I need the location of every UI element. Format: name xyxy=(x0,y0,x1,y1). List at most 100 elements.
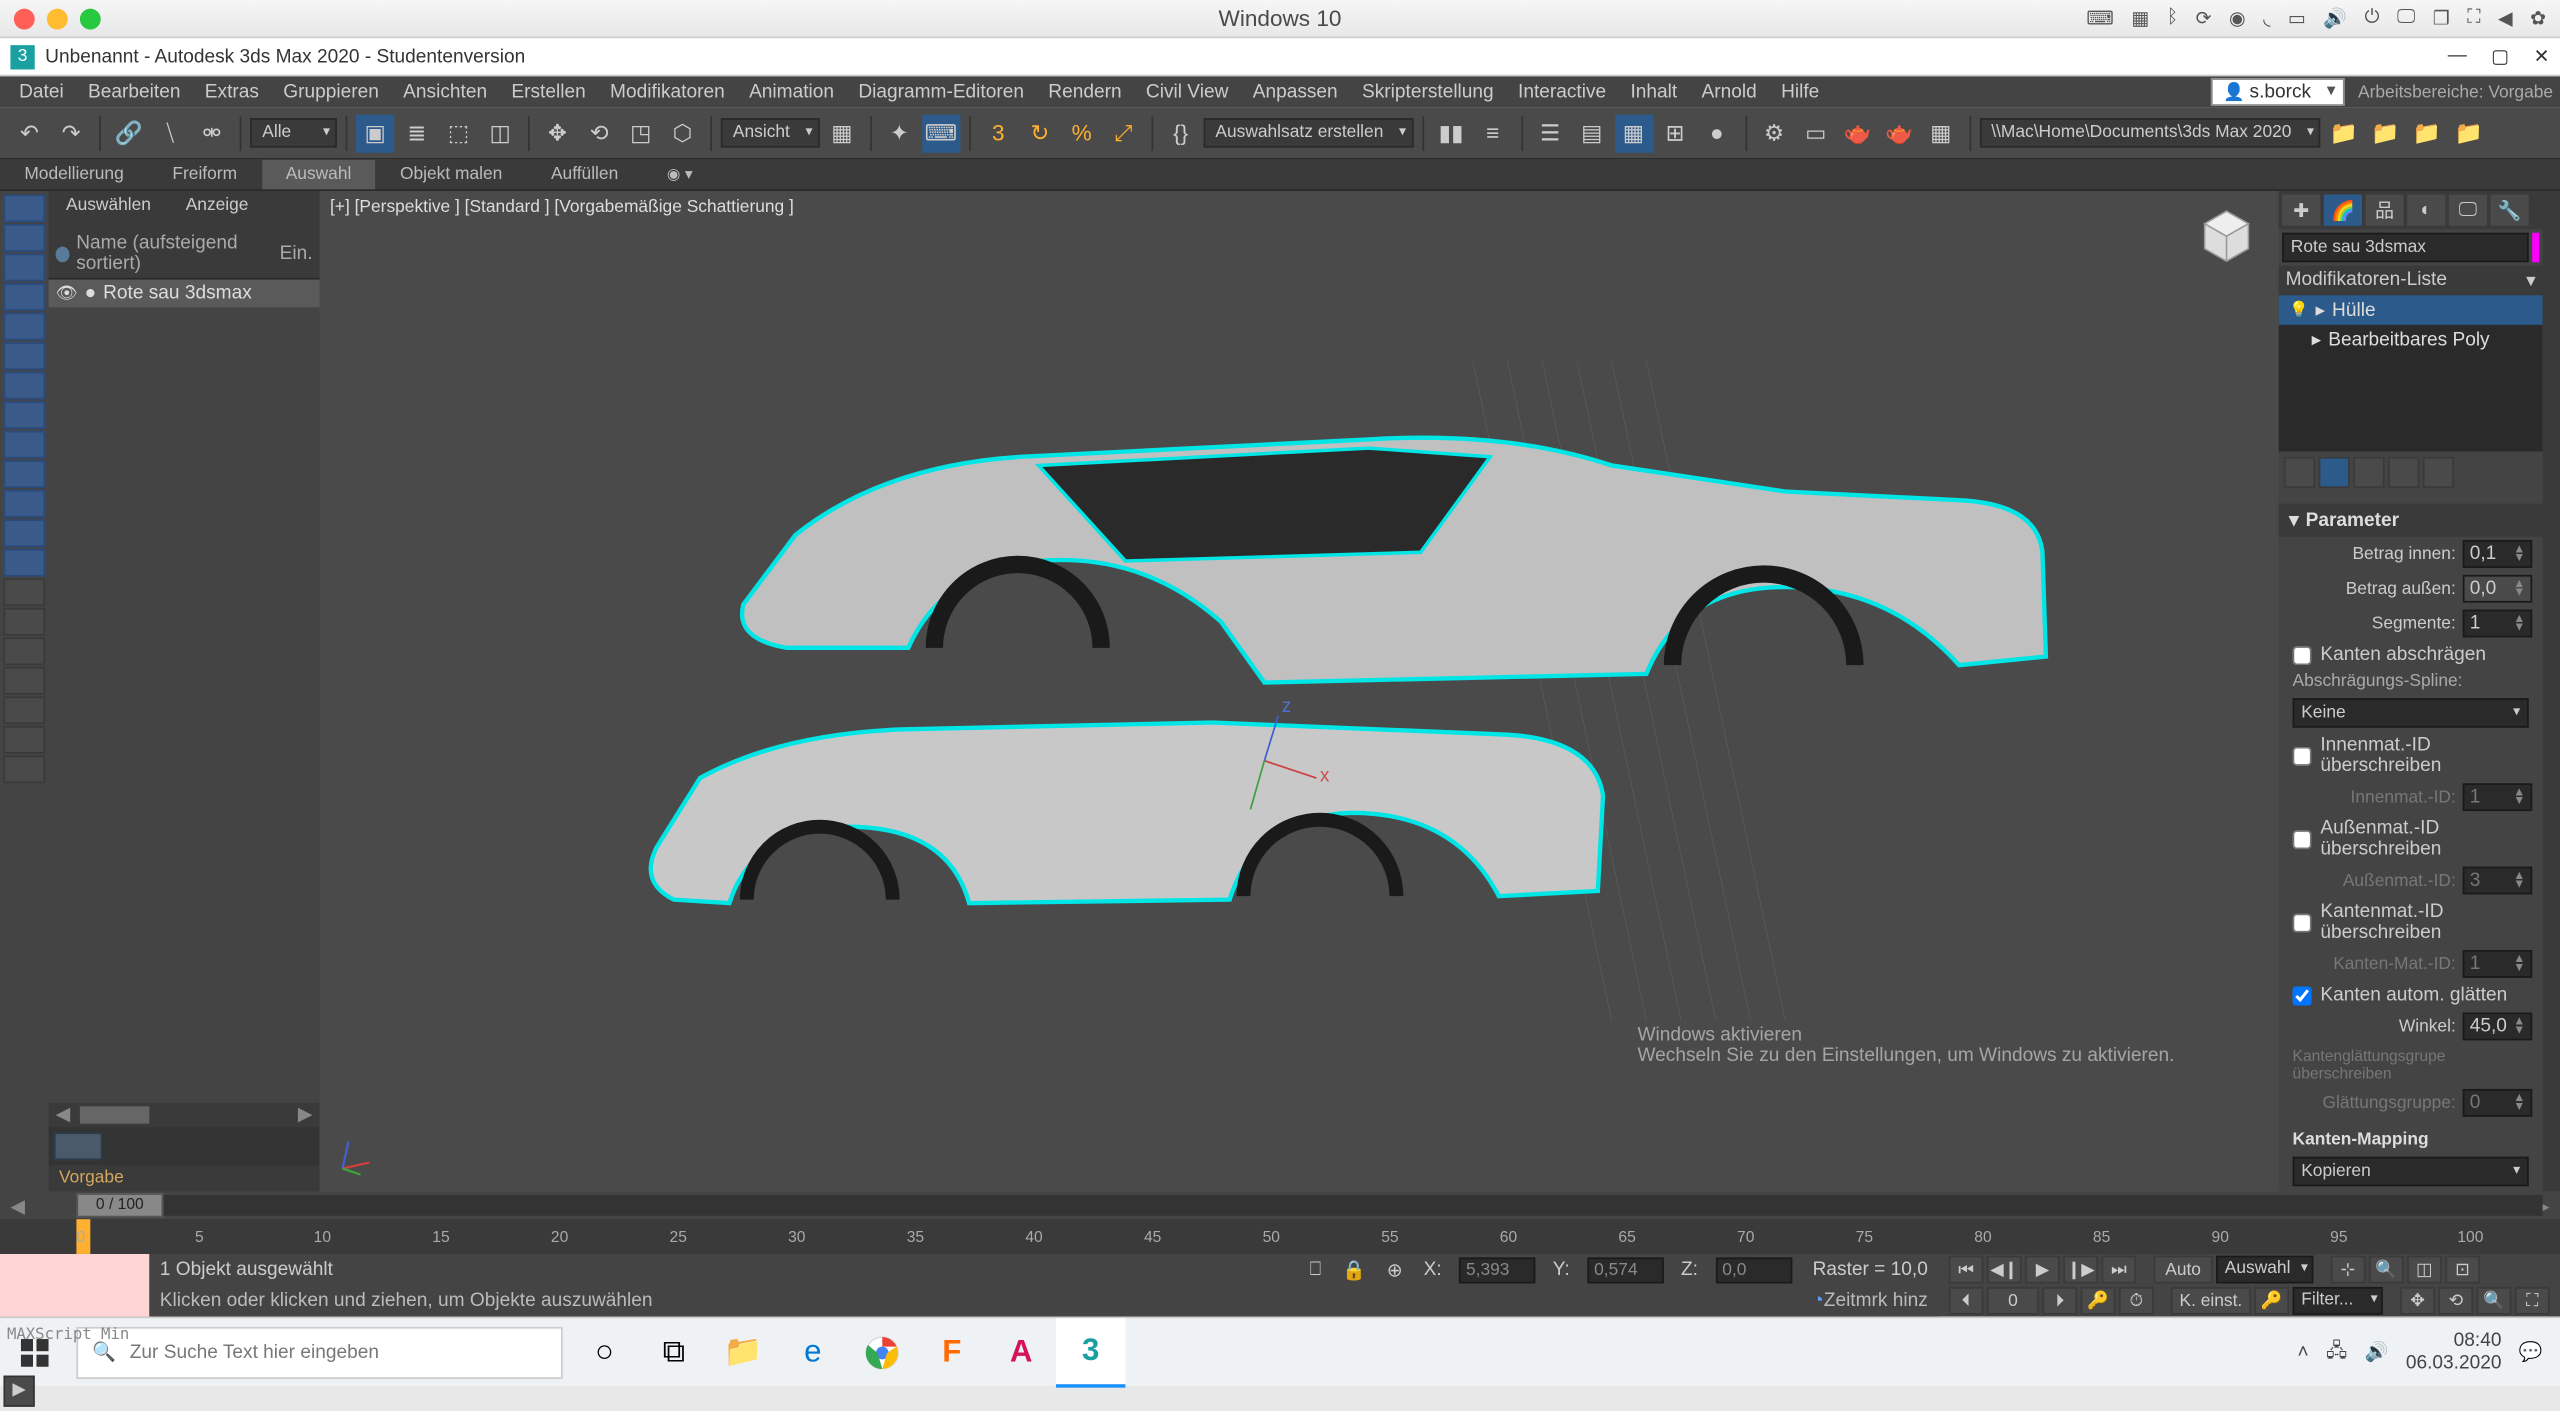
hierarchy-panel-tab[interactable]: 品 xyxy=(2365,195,2403,226)
cortana-icon[interactable]: ○ xyxy=(570,1317,639,1386)
scale-button[interactable]: ◳ xyxy=(622,114,660,152)
volume-icon[interactable]: 🔊 xyxy=(2323,7,2347,30)
modifier-huelle[interactable]: 💡 ▸Hülle xyxy=(2279,295,2543,325)
menu-animation[interactable]: Animation xyxy=(737,78,846,106)
menu-ansichten[interactable]: Ansichten xyxy=(391,78,499,106)
taskbar-clock[interactable]: 08:4006.03.2020 xyxy=(2406,1329,2502,1374)
menu-anpassen[interactable]: Anpassen xyxy=(1241,78,1350,106)
ribbon-modellierung[interactable]: Modellierung xyxy=(0,160,148,190)
ribbon-freiform[interactable]: Freiform xyxy=(148,160,261,190)
show-end-result-button[interactable] xyxy=(2319,457,2350,488)
fullscreen-toggle-icon[interactable]: ⛶ xyxy=(2467,7,2480,30)
win-maximize-button[interactable]: ▢ xyxy=(2491,45,2509,68)
manipulate-button[interactable]: ✦ xyxy=(880,114,918,152)
menu-diagramm[interactable]: Diagramm-Editoren xyxy=(846,78,1036,106)
render-last-button[interactable]: 🫖 xyxy=(1880,114,1918,152)
selection-filter-dropdown[interactable]: Alle xyxy=(250,118,337,148)
schematic-view-button[interactable]: ⊞ xyxy=(1656,114,1694,152)
override-inner-mat-checkbox[interactable]: Innenmat.-ID überschreiben xyxy=(2279,731,2543,780)
viewport-nav-6[interactable]: ⟲ xyxy=(2438,1287,2473,1315)
undo-button[interactable]: ↶ xyxy=(10,114,48,152)
rail-btn-18[interactable] xyxy=(3,696,45,724)
rail-btn-7[interactable] xyxy=(3,372,45,400)
rail-btn-12[interactable] xyxy=(3,519,45,547)
viewport-nav-3[interactable]: ◫ xyxy=(2407,1256,2442,1284)
lock-selection-icon[interactable]: 🔒 xyxy=(1342,1258,1366,1281)
bind-button[interactable]: ⚮ xyxy=(193,114,231,152)
x-coord-input[interactable] xyxy=(1459,1257,1535,1283)
viewport-nav-4[interactable]: ⊡ xyxy=(2445,1256,2480,1284)
y-coord-input[interactable] xyxy=(1587,1257,1663,1283)
time-ruler[interactable]: 0 5 10 15 20 25 30 35 40 45 50 55 60 65 … xyxy=(0,1219,2560,1254)
rect-region-button[interactable]: ⬚ xyxy=(439,114,477,152)
goto-start-button[interactable]: ⏮ xyxy=(1949,1256,1984,1284)
ribbon-more[interactable]: ◉ ▾ xyxy=(643,160,717,190)
nav-prev-icon[interactable]: ◀ xyxy=(2498,7,2513,30)
folder-4-button[interactable]: 📁 xyxy=(2449,114,2487,152)
render-button[interactable]: 🫖 xyxy=(1838,114,1876,152)
monitor-icon[interactable]: 🖵 xyxy=(2397,7,2415,30)
viewport-nav-5[interactable]: ✥ xyxy=(2400,1287,2435,1315)
configure-sets-button[interactable] xyxy=(2423,457,2454,488)
current-frame-input[interactable]: 0 xyxy=(1987,1287,2039,1315)
pivot-button[interactable]: ▦ xyxy=(823,114,861,152)
visibility-toggle-icon[interactable]: 👁 xyxy=(56,284,78,303)
render-setup-button[interactable]: ⚙ xyxy=(1755,114,1793,152)
maxscript-minilistener[interactable] xyxy=(0,1254,149,1317)
menu-inhalt[interactable]: Inhalt xyxy=(1618,78,1689,106)
modifier-stack[interactable]: 💡 ▸Hülle ▸Bearbeitbares Poly xyxy=(2279,295,2543,451)
edge-icon[interactable]: e xyxy=(778,1317,847,1386)
prev-frame-button[interactable]: ◀❙ xyxy=(1987,1256,2022,1284)
goto-end-button[interactable]: ⏭ xyxy=(2101,1256,2136,1284)
rail-btn-6[interactable] xyxy=(3,342,45,370)
fusion-icon[interactable]: F xyxy=(917,1317,986,1386)
align-button[interactable]: ≡ xyxy=(1474,114,1512,152)
time-config-button[interactable]: ⏱ xyxy=(2119,1287,2154,1315)
3dsmax-taskbar-icon[interactable]: 3 xyxy=(1056,1317,1125,1386)
rail-btn-3[interactable] xyxy=(3,254,45,282)
rail-expand-button[interactable]: ▶ xyxy=(3,1376,34,1407)
tray-network-icon[interactable]: 🖧 xyxy=(2326,1336,2347,1369)
menu-skript[interactable]: Skripterstellung xyxy=(1350,78,1506,106)
menu-modifikatoren[interactable]: Modifikatoren xyxy=(598,78,737,106)
time-slider-knob[interactable]: 0 / 100 xyxy=(76,1193,163,1217)
bevel-spline-dropdown[interactable]: Keine xyxy=(2293,698,2529,728)
rail-btn-13[interactable] xyxy=(3,549,45,577)
viewport-label[interactable]: [+] [Perspektive ] [Standard ] [Vorgabem… xyxy=(330,198,794,217)
viewport-nav-7[interactable]: 🔍 xyxy=(2477,1287,2512,1315)
mirror-button[interactable]: ▮▮ xyxy=(1432,114,1470,152)
window-crossing-button[interactable]: ◫ xyxy=(481,114,519,152)
selection-set-dropdown[interactable]: Auswahlsatz erstellen xyxy=(1203,118,1413,148)
rail-btn-9[interactable] xyxy=(3,431,45,459)
key-filter-dropdown[interactable]: Auswahl xyxy=(2216,1256,2313,1284)
link-button[interactable]: 🔗 xyxy=(109,114,147,152)
redo-button[interactable]: ↷ xyxy=(52,114,90,152)
rail-btn-2[interactable] xyxy=(3,224,45,252)
modify-panel-tab[interactable]: 🌈 xyxy=(2324,195,2362,226)
auto-key-button[interactable]: Auto xyxy=(2154,1256,2213,1284)
eye-icon[interactable]: ◉ xyxy=(2229,7,2246,30)
fullscreen-icon[interactable] xyxy=(80,8,101,29)
object-name-input[interactable] xyxy=(2282,233,2529,263)
layer-explorer-button[interactable]: ☰ xyxy=(1531,114,1569,152)
ref-coord-dropdown[interactable]: Ansicht xyxy=(721,118,820,148)
time-slider[interactable]: ◀ 0 / 100 ▶ xyxy=(0,1191,2560,1219)
explorer-tab-auswaehlen[interactable]: Auswählen xyxy=(49,191,169,229)
task-view-icon[interactable]: ⧉ xyxy=(639,1317,708,1386)
close-icon[interactable] xyxy=(14,8,35,29)
explorer-body[interactable] xyxy=(49,307,320,1102)
file-explorer-icon[interactable]: 📁 xyxy=(709,1317,778,1386)
rail-btn-11[interactable] xyxy=(3,490,45,518)
win-minimize-button[interactable]: — xyxy=(2448,45,2467,68)
keyboard-icon[interactable]: ⌨ xyxy=(2086,7,2114,30)
edit-selection-set-button[interactable]: {} xyxy=(1162,114,1200,152)
object-color-swatch[interactable] xyxy=(2532,233,2539,263)
power-icon[interactable]: ⏻ xyxy=(2364,7,2379,30)
curve-editor-button[interactable]: ▦ xyxy=(1614,114,1652,152)
menu-extras[interactable]: Extras xyxy=(193,78,271,106)
gear-icon[interactable]: ✿ xyxy=(2530,7,2546,30)
rail-btn-4[interactable] xyxy=(3,283,45,311)
set-key-button[interactable]: K. einst. xyxy=(2171,1287,2251,1315)
rail-btn-14[interactable] xyxy=(3,578,45,606)
menu-bearbeiten[interactable]: Bearbeiten xyxy=(76,78,193,106)
